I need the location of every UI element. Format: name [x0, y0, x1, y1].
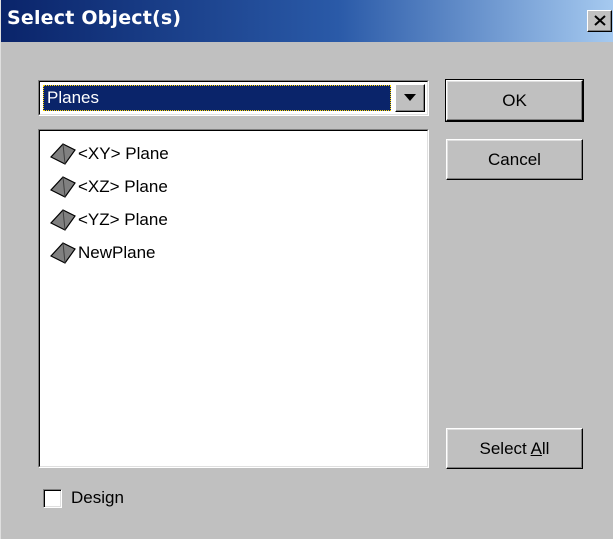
title-bar[interactable]: Select Object(s)	[1, 0, 613, 42]
list-item-label: NewPlane	[78, 243, 156, 262]
dropdown-arrow-button[interactable]	[395, 84, 425, 112]
close-button[interactable]	[587, 10, 612, 32]
design-checkbox-label[interactable]: Design	[71, 487, 124, 509]
select-all-label-suffix: ll	[541, 439, 550, 458]
dropdown-selected-value[interactable]: Planes	[43, 85, 391, 111]
select-all-button[interactable]: Select All	[446, 428, 583, 469]
close-icon	[594, 15, 606, 26]
list-item-label: <XY> Plane	[78, 144, 169, 163]
plane-icon	[50, 242, 76, 264]
plane-icon	[50, 209, 76, 231]
cancel-button[interactable]: Cancel	[446, 139, 583, 180]
ok-button[interactable]: OK	[445, 79, 584, 122]
design-checkbox[interactable]	[43, 489, 62, 508]
list-item-label: <YZ> Plane	[78, 210, 168, 229]
list-item[interactable]: <XY> Plane	[50, 139, 169, 169]
object-type-dropdown[interactable]: Planes	[38, 80, 429, 116]
list-item[interactable]: <XZ> Plane	[50, 172, 168, 202]
plane-icon	[50, 143, 76, 165]
object-list-frame: <XY> Plane <XZ> Plane <YZ> Plane NewPlan…	[39, 130, 428, 467]
select-objects-dialog: Select Object(s) Planes <XY> Plane <XZ> …	[0, 0, 613, 539]
list-item-label: <XZ> Plane	[78, 177, 168, 196]
select-all-label-prefix: Select	[479, 439, 531, 458]
plane-icon	[50, 176, 76, 198]
list-item[interactable]: <YZ> Plane	[50, 205, 168, 235]
window-title: Select Object(s)	[7, 7, 182, 29]
list-item[interactable]: NewPlane	[50, 238, 156, 268]
object-list[interactable]: <XY> Plane <XZ> Plane <YZ> Plane NewPlan…	[38, 129, 429, 468]
dropdown-frame: Planes	[39, 81, 428, 115]
select-all-accelerator: A	[530, 439, 542, 458]
chevron-down-icon	[404, 94, 416, 101]
